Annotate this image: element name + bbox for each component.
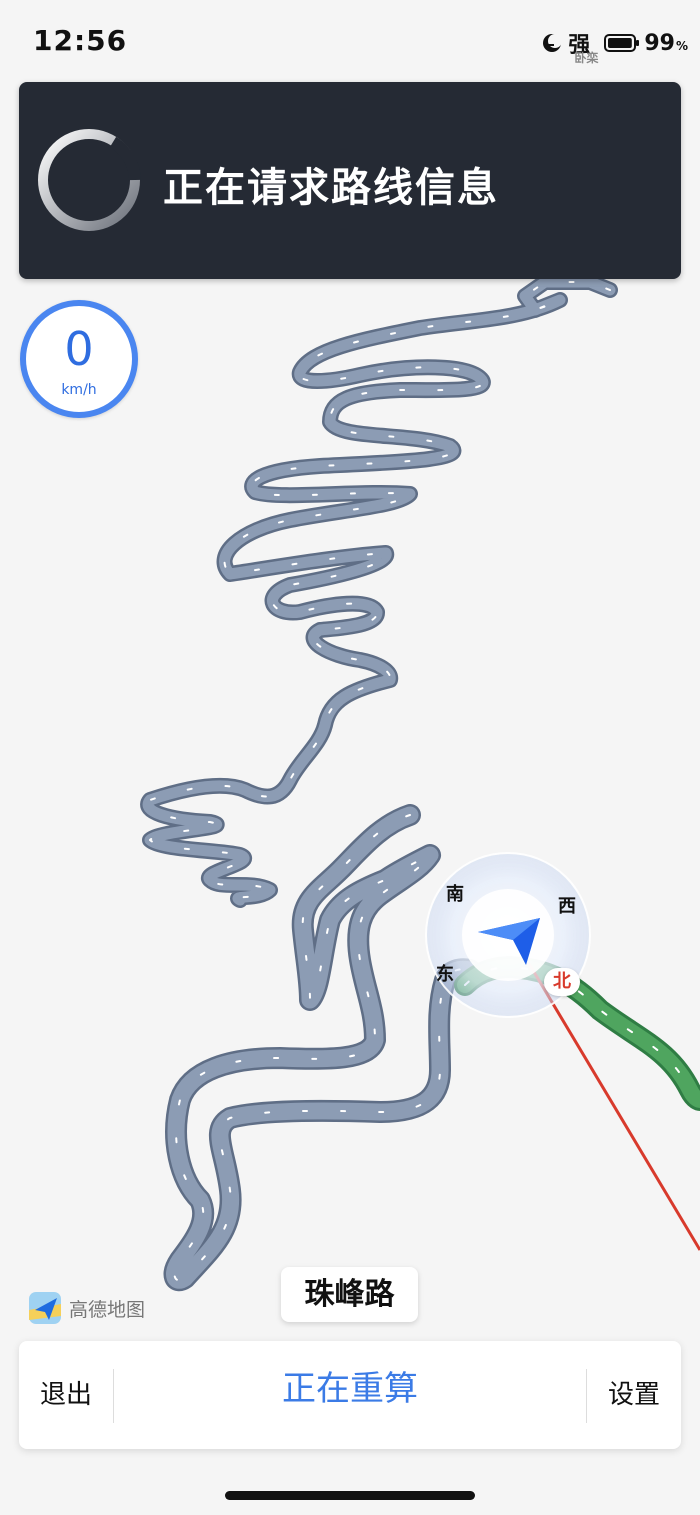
road-a-fill — [142, 276, 616, 906]
compass-south-label: 南 — [446, 884, 464, 905]
heading-line — [526, 961, 700, 1251]
spinner-icon — [38, 129, 141, 231]
switchback-road — [140, 274, 618, 908]
map-logo-icon — [29, 1292, 61, 1324]
status-bar: 12:56 强 卧栾 99% — [0, 0, 700, 80]
current-road-label: 珠峰路 — [281, 1267, 418, 1322]
signal-label: 强 卧栾 — [568, 33, 599, 65]
moon-icon — [543, 34, 563, 52]
home-indicator[interactable] — [225, 1491, 475, 1500]
banner-message: 正在请求路线信息 — [163, 165, 499, 211]
bottom-control-bar: 退出 正在重算 设置 — [19, 1341, 681, 1449]
exit-button[interactable]: 退出 — [19, 1341, 113, 1449]
compass-west-label: 西 — [558, 896, 576, 917]
status-indicators: 强 卧栾 99% — [540, 28, 688, 65]
battery-percent: 99% — [644, 30, 688, 56]
signal-sublabel: 卧栾 — [574, 51, 599, 65]
speed-value: 0 — [64, 322, 94, 376]
settings-button[interactable]: 设置 — [587, 1341, 681, 1449]
battery-icon — [604, 34, 640, 52]
status-time: 12:56 — [33, 24, 128, 57]
compass-north-label: 北 — [544, 968, 580, 996]
speed-unit: km/h — [61, 382, 97, 398]
recalculating-status: 正在重算 — [282, 1369, 418, 1409]
amap-logo: 高德地图 — [27, 1290, 145, 1326]
speed-badge: 0 km/h — [20, 300, 138, 418]
compass-east-label: 东 — [436, 964, 454, 985]
logo-text: 高德地图 — [69, 1298, 146, 1321]
